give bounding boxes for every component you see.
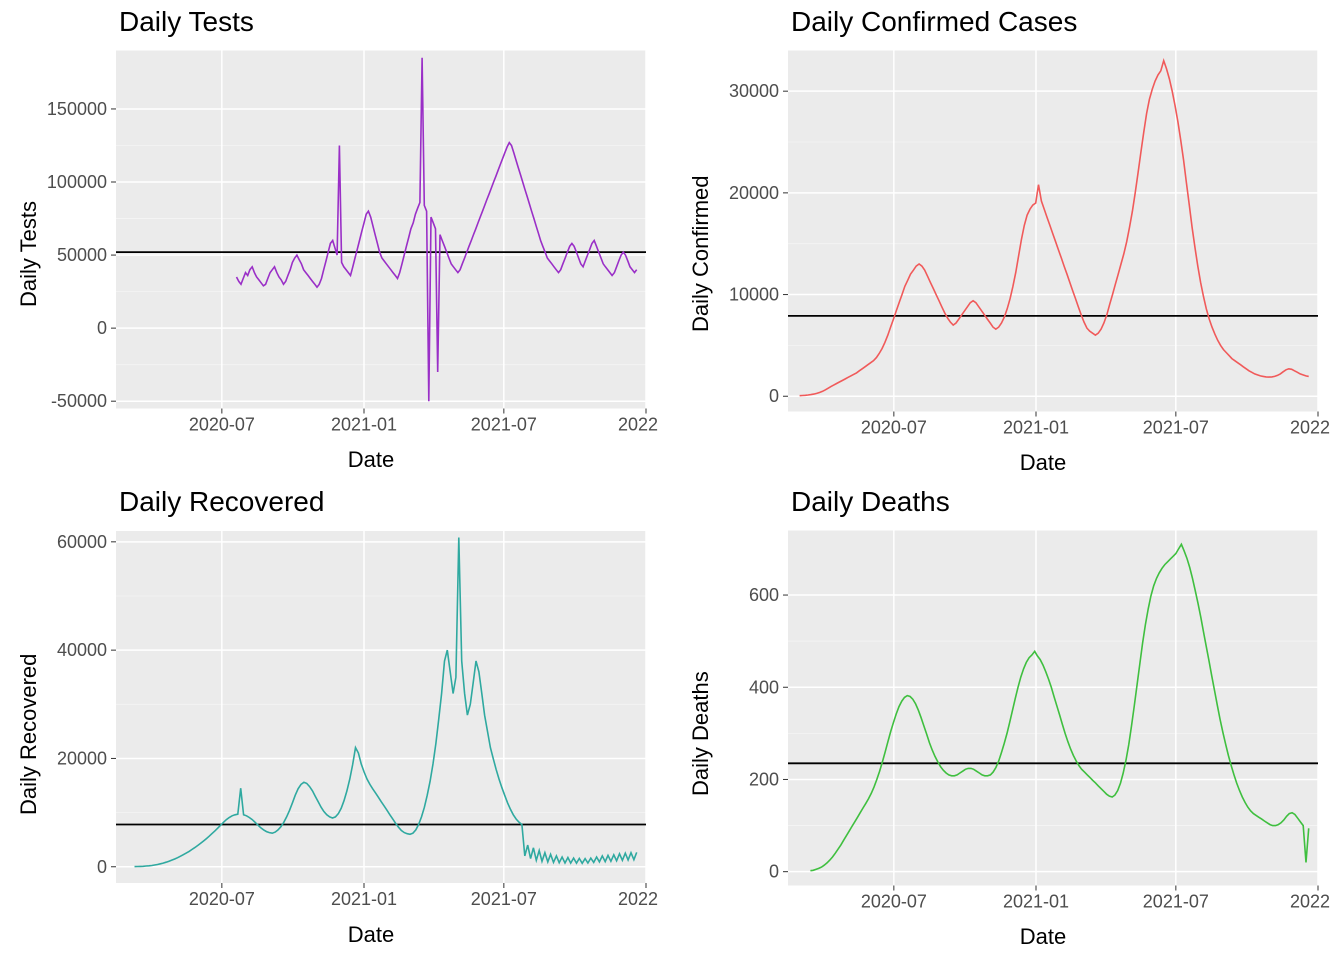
svg-text:2021-01: 2021-01 [331, 889, 397, 909]
svg-text:2020-07: 2020-07 [861, 418, 927, 438]
x-axis-label: Date [716, 450, 1330, 476]
svg-text:2022-0: 2022-0 [618, 889, 658, 909]
panel-title: Daily Recovered [119, 486, 658, 518]
svg-text:100000: 100000 [47, 172, 107, 192]
plot-svg-recovered: 0 20000 40000 60000 2020-07 2021-01 2021-07 202… [44, 520, 658, 920]
svg-text:2022-0: 2022-0 [1290, 418, 1330, 438]
panel-daily-deaths: Daily Deaths Daily Deaths 0 200 400 600 2020… [672, 480, 1344, 960]
svg-text:0: 0 [769, 862, 779, 882]
panel-title: Daily Tests [119, 6, 658, 38]
svg-text:200: 200 [749, 769, 779, 789]
svg-text:20000: 20000 [729, 183, 779, 203]
svg-text:2021-01: 2021-01 [331, 415, 397, 435]
svg-text:2020-07: 2020-07 [189, 415, 255, 435]
y-axis-label: Daily Confirmed [686, 40, 716, 468]
svg-text:-50000: -50000 [51, 391, 107, 411]
svg-text:50000: 50000 [57, 245, 107, 265]
svg-text:2022-0: 2022-0 [618, 415, 658, 435]
svg-text:0: 0 [97, 857, 107, 877]
svg-text:2020-07: 2020-07 [861, 892, 927, 912]
svg-text:600: 600 [749, 585, 779, 605]
svg-text:30000: 30000 [729, 81, 779, 101]
y-axis-label: Daily Tests [14, 40, 44, 468]
panel-daily-confirmed: Daily Confirmed Cases Daily Confirmed 0 1… [672, 0, 1344, 480]
svg-text:2021-01: 2021-01 [1003, 418, 1069, 438]
panel-title: Daily Deaths [791, 486, 1330, 518]
svg-text:2021-07: 2021-07 [1143, 418, 1209, 438]
y-axis-label: Daily Deaths [686, 520, 716, 948]
svg-text:2021-07: 2021-07 [471, 889, 537, 909]
svg-text:2022-0: 2022-0 [1290, 892, 1330, 912]
svg-text:2021-01: 2021-01 [1003, 892, 1069, 912]
svg-text:0: 0 [769, 386, 779, 406]
svg-text:2021-07: 2021-07 [1143, 892, 1209, 912]
plot-svg-tests: -50000 0 50000 100000 150000 2020-07 2021-01 20… [44, 40, 658, 445]
svg-text:2020-07: 2020-07 [189, 889, 255, 909]
svg-text:20000: 20000 [57, 748, 107, 768]
svg-text:10000: 10000 [729, 285, 779, 305]
plot-svg-deaths: 0 200 400 600 2020-07 2021-01 2021-07 2022-0 [716, 520, 1330, 922]
svg-text:400: 400 [749, 677, 779, 697]
chart-grid: Daily Tests Daily Tests -50000 0 50000 1000… [0, 0, 1344, 960]
panel-daily-tests: Daily Tests Daily Tests -50000 0 50000 1000… [0, 0, 672, 480]
x-axis-label: Date [44, 447, 658, 473]
y-axis-label: Daily Recovered [14, 520, 44, 948]
svg-text:60000: 60000 [57, 532, 107, 552]
plot-svg-confirmed: 0 10000 20000 30000 2020-07 2021-01 2021-07 202… [716, 40, 1330, 448]
panel-daily-recovered: Daily Recovered Daily Recovered 0 20000 40… [0, 480, 672, 960]
x-axis-label: Date [716, 924, 1330, 950]
svg-text:2021-07: 2021-07 [471, 415, 537, 435]
svg-text:150000: 150000 [47, 99, 107, 119]
svg-text:0: 0 [97, 318, 107, 338]
x-axis-label: Date [44, 922, 658, 948]
panel-title: Daily Confirmed Cases [791, 6, 1330, 38]
svg-text:40000: 40000 [57, 640, 107, 660]
